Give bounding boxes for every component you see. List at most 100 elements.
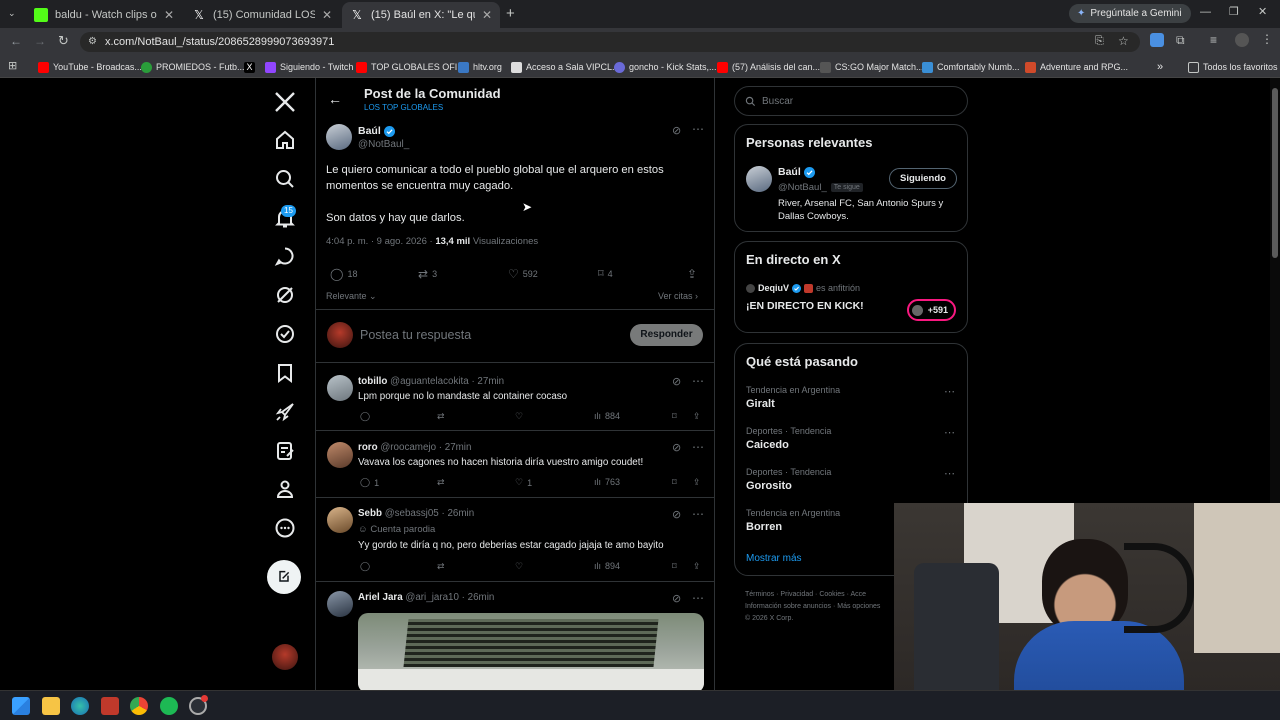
bookmark-item[interactable]: Comfortably Numb... — [922, 59, 1020, 75]
live-host-row[interactable]: DeqiuV es anfitrión — [746, 283, 860, 293]
trend-more-icon[interactable]: ⋯ — [944, 385, 955, 398]
bookmark-item[interactable]: PROMIEDOS - Futb... — [141, 59, 245, 75]
footer-link[interactable]: Cookies — [819, 591, 844, 598]
bookmark-item[interactable]: YouTube - Broadcas... — [38, 59, 142, 75]
spotify-icon[interactable] — [160, 697, 178, 715]
reply-author-handle[interactable]: @aguantelacokita — [390, 376, 469, 387]
footer-link[interactable]: Privacidad — [780, 591, 813, 598]
repost-action[interactable]: ⇄ — [437, 477, 445, 488]
apps-grid-icon[interactable]: ⊞ — [8, 59, 17, 72]
relevant-name-row[interactable]: Baúl — [778, 166, 815, 178]
bookmarks-overflow-icon[interactable]: » — [1157, 59, 1163, 75]
footer-link[interactable]: Acce — [850, 591, 866, 598]
reply-item[interactable]: roro @roocamejo · 27min ⊘ ⋯ Vavava los c… — [316, 432, 714, 498]
reply-author-name[interactable]: tobillo — [358, 376, 387, 387]
reply-avatar[interactable] — [327, 375, 353, 401]
account-avatar[interactable] — [272, 644, 298, 670]
edge-icon[interactable] — [71, 697, 89, 715]
media-controls-icon[interactable]: ≡ — [1210, 33, 1217, 47]
new-tab-button[interactable]: + — [506, 5, 515, 22]
reply-more-icon[interactable]: ⋯ — [692, 507, 704, 521]
trend-more-icon[interactable]: ⋯ — [944, 467, 955, 480]
bookmark-item[interactable]: (57) Análisis del can... — [717, 59, 820, 75]
relevant-handle[interactable]: @NotBaul_ — [778, 182, 827, 193]
reply-avatar[interactable] — [327, 507, 353, 533]
grok-explain-icon[interactable]: ⊘ — [672, 441, 681, 454]
communities-icon[interactable] — [273, 439, 297, 463]
close-icon[interactable]: ✕ — [322, 8, 332, 22]
reply-action[interactable]: ◯ 1 — [360, 477, 379, 488]
profile-icon[interactable] — [273, 477, 297, 501]
reply-more-icon[interactable]: ⋯ — [692, 591, 704, 605]
reply-more-icon[interactable]: ⋯ — [692, 440, 704, 454]
tab-kick[interactable]: baldu - Watch clips on Kick ✕ — [26, 2, 182, 28]
bookmark-item[interactable]: CS:GO Major Match... — [820, 59, 924, 75]
bookmark-item[interactable]: X — [244, 59, 255, 75]
minimize-button[interactable]: — — [1200, 6, 1211, 18]
views-action[interactable]: ılı 894 — [594, 561, 620, 571]
footer-link[interactable]: Más opciones — [837, 603, 880, 610]
bookmark-icon[interactable]: ⌑ — [672, 411, 677, 422]
x-logo-icon[interactable] — [273, 90, 297, 114]
reply-more-icon[interactable]: ⋯ — [692, 374, 704, 388]
live-text[interactable]: ¡EN DIRECTO EN KICK! — [746, 300, 864, 312]
repost-action[interactable]: ⇄ — [437, 411, 445, 422]
like-action[interactable]: ♡ — [515, 561, 527, 572]
author-handle[interactable]: @NotBaul_ — [358, 139, 409, 150]
share-icon[interactable]: ⇪ — [693, 561, 701, 572]
bookmark-item[interactable]: Adventure and RPG... — [1025, 59, 1128, 75]
reply-avatar[interactable] — [327, 442, 353, 468]
quotes-link[interactable]: Ver citas › — [658, 291, 698, 301]
premium-icon[interactable] — [273, 322, 297, 346]
bookmark-icon[interactable]: ⌑ — [672, 561, 677, 572]
bookmark-item[interactable]: Siguiendo - Twitch — [265, 59, 353, 75]
footer-link[interactable]: Información sobre anuncios — [745, 603, 831, 610]
show-more-link[interactable]: Mostrar más — [746, 553, 802, 564]
grok-explain-icon[interactable]: ⊘ — [672, 124, 681, 137]
bookmark-icon[interactable]: ⌑ — [672, 477, 677, 488]
profile-avatar[interactable] — [1235, 33, 1249, 47]
grok-explain-icon[interactable]: ⊘ — [672, 508, 681, 521]
bookmark-action[interactable]: ⌑ 4 — [598, 267, 613, 280]
rocket-icon[interactable] — [273, 400, 297, 424]
reply-author-handle[interactable]: @ari_jara10 — [405, 592, 459, 603]
share-icon[interactable]: ⇪ — [693, 411, 701, 422]
sort-dropdown[interactable]: Relevante ⌄ — [326, 291, 377, 302]
more-options-icon[interactable] — [273, 516, 297, 540]
grok-icon[interactable] — [273, 283, 297, 307]
like-action[interactable]: ♡ 1 — [515, 477, 532, 488]
bookmarks-icon[interactable] — [273, 361, 297, 385]
author-avatar[interactable] — [326, 124, 352, 150]
reply-author-handle[interactable]: @sebassj05 — [385, 508, 439, 519]
views-action[interactable]: ılı 763 — [594, 477, 620, 487]
close-window-button[interactable]: ✕ — [1258, 5, 1267, 18]
live-listeners-button[interactable]: +591 — [907, 299, 956, 321]
reply-item[interactable]: Sebb @sebassj05 · 26min ⊘ ⋯ ☺ Cuenta par… — [316, 499, 714, 582]
repost-action[interactable]: ⇄ 3 — [418, 267, 437, 281]
reply-author-name[interactable]: Sebb — [358, 508, 382, 519]
reply-author-handle[interactable]: @roocamejo — [380, 442, 436, 453]
install-app-icon[interactable]: ⎘ — [1095, 35, 1104, 48]
share-icon[interactable]: ⇪ — [693, 477, 701, 488]
site-info-icon[interactable]: ⚙ — [88, 36, 97, 47]
bookmark-item[interactable]: hltv.org — [458, 59, 502, 75]
chrome-icon[interactable] — [130, 697, 148, 715]
search-icon[interactable] — [273, 167, 297, 191]
store-app-icon[interactable] — [101, 697, 119, 715]
close-icon[interactable]: ✕ — [482, 8, 492, 22]
bookmark-item[interactable]: TOP GLOBALES OFI... — [356, 59, 465, 75]
bookmark-star-icon[interactable]: ☆ — [1118, 34, 1129, 48]
reply-submit-button[interactable]: Responder — [630, 324, 703, 346]
url-bar[interactable]: ⚙ x.com/NotBaul_/status/2086528999073693… — [80, 32, 1140, 52]
home-icon[interactable] — [273, 128, 297, 152]
bookmark-item[interactable]: Acceso a Sala VIPCL... — [511, 59, 620, 75]
file-explorer-icon[interactable] — [42, 697, 60, 715]
extensions-puzzle-icon[interactable]: ⧉ — [1176, 33, 1185, 48]
extension-icon[interactable] — [1150, 33, 1164, 47]
reply-author-name[interactable]: roro — [358, 442, 378, 453]
gemini-button[interactable]: ✦ Pregúntale a Gemini — [1069, 4, 1191, 23]
search-box[interactable]: Buscar — [734, 86, 968, 116]
post-timestamp[interactable]: 4:04 p. m. · 9 ago. 2026 · — [326, 236, 435, 247]
bookmark-item[interactable]: goncho - Kick Stats,... — [614, 59, 717, 75]
reply-action[interactable]: ◯ — [360, 411, 374, 422]
